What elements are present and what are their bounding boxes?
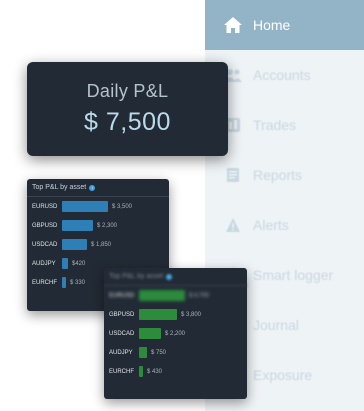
- card-title: Top P&L by asset: [109, 273, 164, 280]
- asset-amount: $ 330: [70, 279, 86, 286]
- asset-symbol: EURCHF: [109, 368, 134, 375]
- sidebar-item-home[interactable]: Home: [205, 0, 364, 50]
- sidebar-item-reports[interactable]: Reports: [205, 150, 364, 200]
- asset-bar-wrap: $ 3,800: [139, 309, 209, 320]
- alerts-icon: [223, 215, 243, 235]
- asset-row: EURUSD $ 3,500: [27, 197, 169, 216]
- asset-bar-wrap: $ 2,200: [139, 328, 209, 339]
- asset-bar: [62, 201, 108, 212]
- info-icon[interactable]: i: [166, 273, 173, 280]
- sidebar-item-label: Smart logger: [253, 267, 334, 283]
- sidebar-item-label: Exposure: [253, 367, 313, 383]
- sidebar-item-label: Accounts: [253, 67, 311, 83]
- asset-row: USDCAD $ 2,200: [104, 324, 247, 343]
- reports-icon: [223, 165, 243, 185]
- asset-symbol: USDCAD: [32, 241, 58, 248]
- asset-amount: $ 430: [147, 368, 163, 375]
- asset-row: EURCHF $ 430: [104, 362, 247, 381]
- asset-row: GBPUSD $ 2,300: [27, 216, 169, 235]
- asset-symbol: AUDJPY: [109, 349, 133, 356]
- asset-bar: [62, 239, 87, 250]
- asset-symbol: EURUSD: [109, 292, 135, 299]
- sidebar-item-label: Trades: [253, 117, 297, 133]
- sidebar-item-trades[interactable]: Trades: [205, 100, 364, 150]
- sidebar-item-alerts[interactable]: Alerts: [205, 200, 364, 250]
- asset-symbol: GBPUSD: [109, 311, 135, 318]
- asset-amount: $ 2,200: [165, 330, 186, 337]
- sidebar-item-label: Reports: [253, 167, 303, 183]
- asset-symbol: USDCAD: [109, 330, 135, 337]
- asset-bar-wrap: $ 750: [139, 347, 209, 358]
- home-icon: [223, 15, 243, 35]
- asset-bar: [139, 328, 161, 339]
- asset-amount: $ 3,500: [111, 203, 132, 210]
- asset-amount: $ 1,850: [91, 241, 112, 248]
- asset-bar-wrap: $ 1,850: [62, 239, 132, 250]
- asset-symbol: AUDJPY: [32, 260, 56, 267]
- asset-symbol: GBPUSD: [32, 222, 58, 229]
- asset-bar-wrap: $ 3,500: [62, 201, 132, 212]
- sidebar-item-label: Journal: [253, 317, 299, 333]
- asset-symbol: EURUSD: [32, 203, 58, 210]
- asset-row: EURUSD $ 4,700: [104, 286, 247, 305]
- info-icon[interactable]: i: [89, 184, 96, 191]
- asset-amount: $ 750: [151, 349, 167, 356]
- asset-bar: [62, 277, 66, 288]
- asset-bar-wrap: $ 4,700: [139, 290, 209, 301]
- daily-pl-card: Daily P&L $ 7,500: [27, 62, 228, 156]
- secondary-asset-card: Top P&L by asset i EURUSD $ 4,700 GBPUSD $ …: [104, 268, 247, 399]
- asset-bar: [139, 309, 177, 320]
- card-header: Top P&L by asset i: [27, 179, 169, 197]
- asset-row: AUDJPY $ 750: [104, 343, 247, 362]
- asset-row: GBPUSD $ 3,800: [104, 305, 247, 324]
- asset-amount: $ 4,700: [188, 292, 209, 299]
- asset-bar: [139, 347, 147, 358]
- asset-bar: [139, 366, 143, 377]
- asset-bar-wrap: $ 2,300: [62, 220, 132, 231]
- daily-pl-title: Daily P&L: [86, 81, 169, 101]
- asset-bar: [139, 290, 185, 301]
- card-title: Top P&L by asset: [32, 184, 87, 191]
- asset-amount: $420: [72, 260, 86, 267]
- asset-symbol: EURCHF: [32, 279, 57, 286]
- asset-amount: $ 3,800: [181, 311, 202, 318]
- asset-bar: [62, 220, 93, 231]
- sidebar-item-accounts[interactable]: Accounts: [205, 50, 364, 100]
- sidebar-item-label: Home: [253, 17, 291, 33]
- daily-pl-value: $ 7,500: [84, 108, 171, 136]
- asset-bar-wrap: $ 430: [139, 366, 209, 377]
- asset-bar: [62, 258, 68, 269]
- sidebar-item-label: Alerts: [253, 217, 289, 233]
- asset-row: USDCAD $ 1,850: [27, 235, 169, 254]
- card-header: Top P&L by asset i: [104, 268, 247, 286]
- asset-amount: $ 2,300: [97, 222, 118, 229]
